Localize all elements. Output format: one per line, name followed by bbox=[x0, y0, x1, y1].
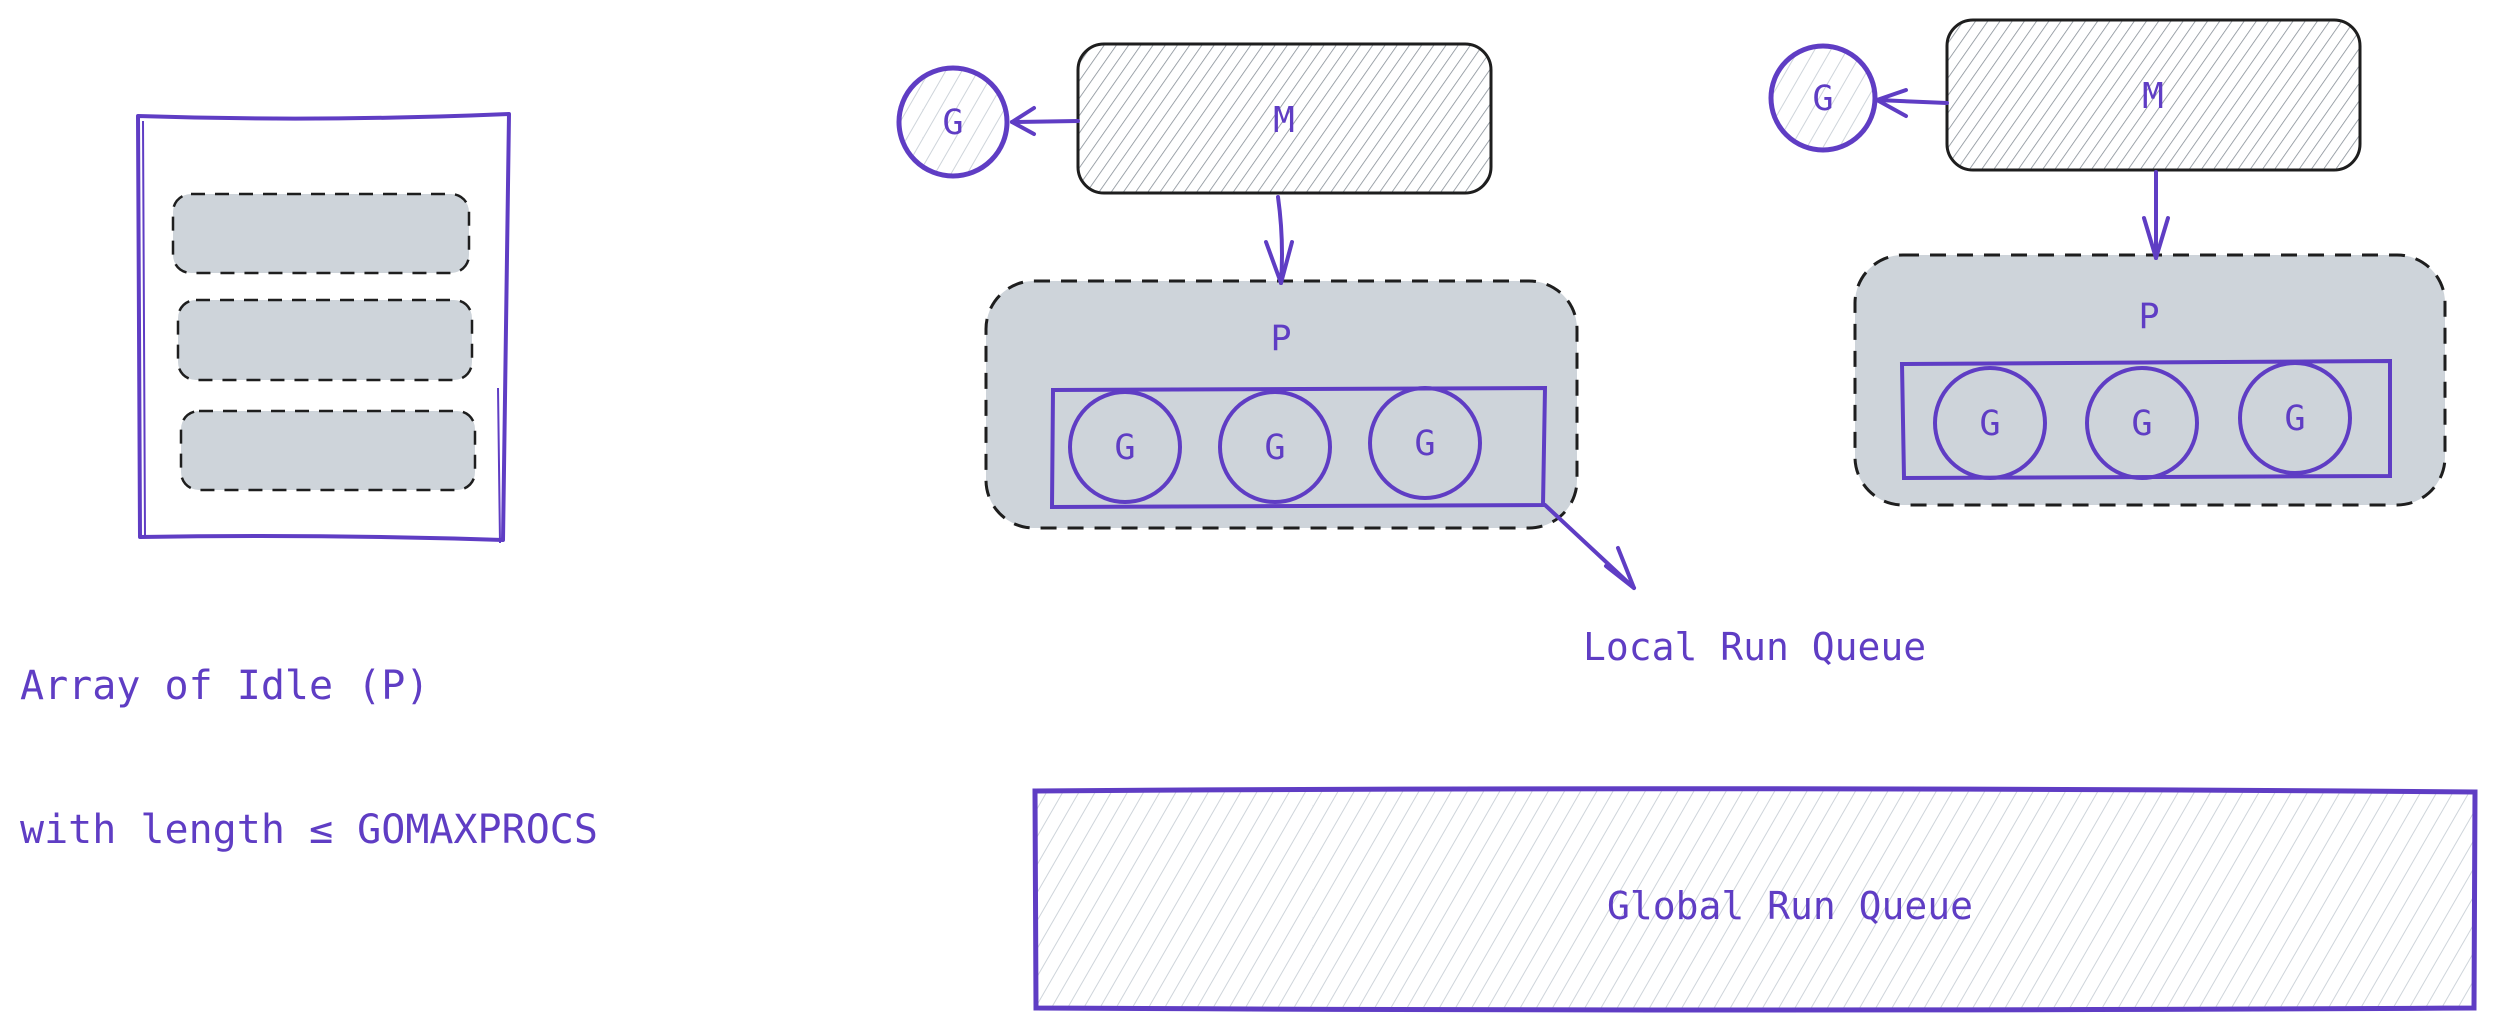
running-g-label: G bbox=[942, 103, 963, 143]
queued-g-label: G bbox=[1414, 424, 1435, 464]
global-run-queue: Global Run Queue bbox=[1032, 786, 2478, 1013]
queued-g-label: G bbox=[1979, 404, 2000, 444]
local-run-queue-label: Local Run Queue bbox=[1583, 625, 1926, 669]
arrow-local-queue-pointer bbox=[1543, 503, 1636, 590]
running-g-label: G bbox=[1812, 79, 1833, 119]
p-label: P bbox=[1270, 319, 1291, 359]
idle-array-caption-line2: with length ≤ GOMAXPROCS bbox=[20, 807, 598, 853]
m-label: M bbox=[1273, 100, 1295, 141]
queued-g-label: G bbox=[2131, 404, 2152, 444]
idle-p-slot bbox=[176, 298, 474, 382]
arrow-m-to-p bbox=[1264, 195, 1294, 285]
machine-2: M G P G G G bbox=[1768, 18, 2447, 507]
arrow-m-to-g bbox=[1010, 106, 1080, 136]
p-box bbox=[1853, 253, 2447, 507]
queued-g-label: G bbox=[1264, 428, 1285, 468]
idle-p-slot bbox=[171, 192, 471, 275]
arrow-m-to-g bbox=[1875, 88, 1949, 118]
m-label: M bbox=[2142, 76, 2164, 117]
p-label: P bbox=[2138, 297, 2159, 337]
idle-array-caption-line1: Array of Idle (P) bbox=[20, 663, 430, 709]
idle-array-caption: Array of Idle (P) with length ≤ GOMAXPRO… bbox=[20, 566, 598, 902]
queued-g-label: G bbox=[1114, 428, 1135, 468]
queued-g-label: G bbox=[2284, 399, 2305, 439]
idle-p-slot bbox=[179, 409, 477, 492]
machine-1: M G P G G G bbox=[896, 42, 1636, 590]
arrow-m-to-p bbox=[2142, 170, 2170, 260]
idle-p-array bbox=[136, 112, 511, 544]
global-run-queue-label: Global Run Queue bbox=[1607, 884, 1973, 928]
